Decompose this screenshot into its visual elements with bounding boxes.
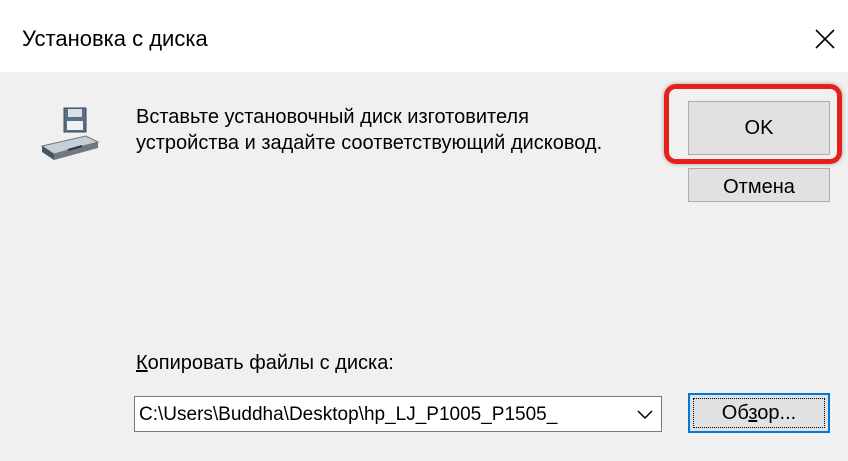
browse-label-accesskey: з: [748, 401, 758, 424]
window-title: Установка с диска: [22, 26, 208, 51]
close-icon: [815, 29, 835, 49]
message-line-2: устройства и задайте соответствующий дис…: [136, 132, 603, 154]
copy-label-text: опировать файлы с диска:: [147, 352, 394, 374]
message-line-1: Вставьте установочный диск изготовителя: [136, 106, 529, 128]
chevron-down-icon[interactable]: [635, 406, 655, 422]
cancel-button-label: Отмена: [723, 175, 795, 198]
close-button[interactable]: [802, 16, 848, 62]
floppy-drive-icon: [40, 107, 100, 160]
source-path-value[interactable]: C:\Users\Buddha\Desktop\hp_LJ_P1005_P150…: [139, 404, 625, 426]
browse-button-label: Обзор...: [722, 402, 796, 425]
install-from-disk-dialog: Установка с диска Вставьте установочный …: [0, 0, 848, 461]
cancel-button[interactable]: Отмена: [688, 168, 830, 202]
copy-files-label: Копировать файлы с диска:: [136, 352, 394, 375]
copy-label-accesskey: К: [136, 352, 148, 374]
browse-label-part-2: ор...: [757, 401, 797, 424]
browse-button[interactable]: Обзор...: [688, 393, 830, 433]
browse-label-part-1: Об: [721, 401, 749, 424]
source-path-combobox[interactable]: C:\Users\Buddha\Desktop\hp_LJ_P1005_P150…: [134, 396, 662, 432]
instruction-message: Вставьте установочный диск изготовителя …: [136, 104, 602, 156]
ok-button[interactable]: OK: [688, 101, 830, 155]
title-bar: Установка с диска: [0, 0, 848, 72]
ok-button-label: OK: [744, 116, 774, 139]
